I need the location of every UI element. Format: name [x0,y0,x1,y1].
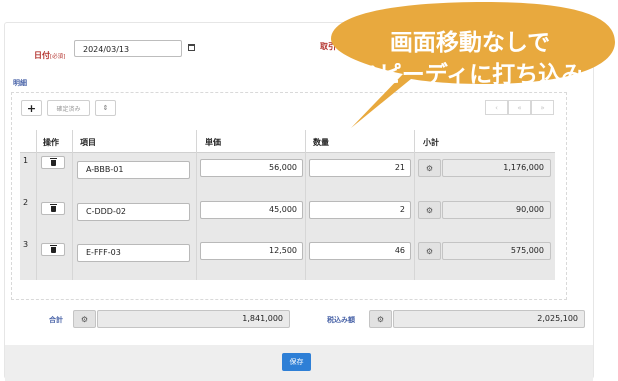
callout-line-2: スピーディに打ち込み [355,62,585,88]
callout-line-1: 画面移動なしで [389,30,551,56]
gears-icon: ⚙ [418,159,441,177]
trash-icon [49,157,57,166]
gears-icon: ⚙ [418,201,441,219]
item-input[interactable]: C-DDD-02 [77,203,190,221]
total-label: 合計 [49,316,63,324]
date-label: 日付 [34,51,50,60]
gears-icon: ⚙ [73,310,96,328]
quantity-input[interactable]: 21 [309,159,411,177]
header-item: 項目 [80,138,96,147]
header-subtotal: 小計 [423,138,439,147]
table-header [20,130,555,153]
taxed-total-value: 2,025,100 [393,310,585,328]
header-operation: 操作 [43,138,59,147]
confirmed-button[interactable]: 確定済み [47,100,90,116]
row-number: 3 [23,240,29,249]
trash-icon [49,244,57,253]
unit-price-input[interactable]: 56,000 [200,159,303,177]
item-input[interactable]: A-BBB-01 [77,161,190,179]
date-label-wrap: 日付[必須] [34,43,65,62]
gears-icon: ⚙ [369,310,392,328]
add-row-button[interactable]: + [21,100,42,116]
subtotal-value: 90,000 [442,201,551,219]
delete-row-button[interactable] [41,156,65,169]
total-value: 1,841,000 [97,310,290,328]
required-badge: [必須] [50,54,66,60]
col-divider [414,130,415,280]
row-number: 1 [23,156,29,165]
date-input[interactable]: 2024/03/13 [74,40,182,57]
header-unit-price: 単価 [205,138,221,147]
subtotal-value: 1,176,000 [442,159,551,177]
details-section-label: 明細 [13,79,27,87]
sort-button[interactable]: ⇕ [95,100,116,116]
row-number: 2 [23,198,29,207]
item-input[interactable]: E-FFF-03 [77,244,190,262]
taxed-total-label: 税込み額 [327,316,355,324]
quantity-input[interactable]: 46 [309,242,411,260]
col-divider [72,130,73,280]
delete-row-button[interactable] [41,202,65,215]
save-button[interactable]: 保存 [282,353,311,371]
col-divider [305,130,306,280]
col-divider [196,130,197,280]
quantity-input[interactable]: 2 [309,201,411,219]
header-quantity: 数量 [313,138,329,147]
unit-price-input[interactable]: 12,500 [200,242,303,260]
gears-icon: ⚙ [418,242,441,260]
subtotal-value: 575,000 [442,242,551,260]
col-divider [36,130,37,280]
delete-row-button[interactable] [41,243,65,256]
unit-price-input[interactable]: 45,000 [200,201,303,219]
trash-icon [49,203,57,212]
calendar-icon[interactable] [188,44,195,51]
